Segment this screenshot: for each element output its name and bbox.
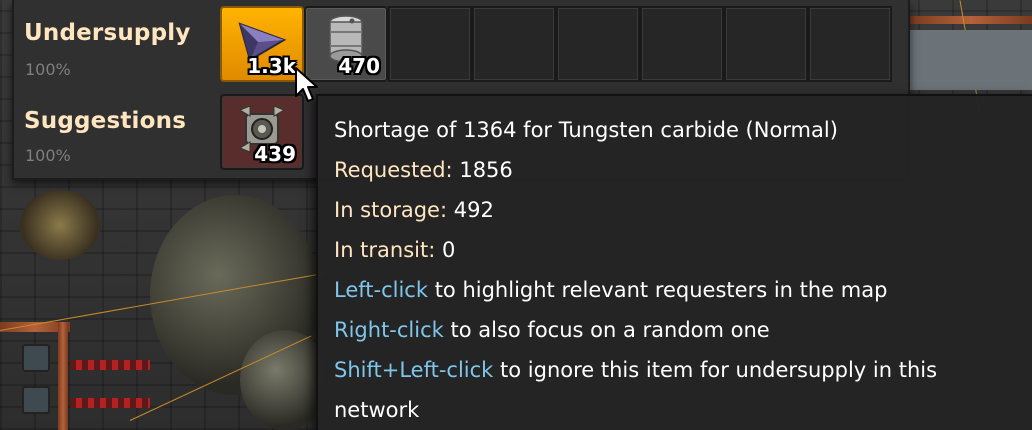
assembler-machine: [20, 190, 100, 260]
inserter-slot: [22, 386, 50, 414]
right-click-text: to also focus on a random one: [450, 318, 770, 342]
item-slot-empty[interactable]: [388, 6, 472, 82]
suggestions-slot-bar: 439: [220, 94, 304, 170]
transit-label: In transit:: [334, 238, 436, 262]
tooltip-title: Shortage of 1364 for Tungsten carbide (N…: [334, 118, 838, 142]
tooltip-requested: Requested: 1856: [334, 150, 1032, 190]
left-click-text: to highlight relevant requesters in the …: [434, 278, 888, 302]
mouse-cursor-icon: [295, 67, 318, 102]
transport-belt: [70, 360, 150, 370]
tooltip-action-shift-click: Shift+Left-click to ignore this item for…: [334, 350, 1024, 430]
item-slot-empty[interactable]: [640, 6, 724, 82]
undersupply-row: Undersupply 100% 1.3k 470: [14, 0, 908, 86]
storage-value: 492: [453, 198, 494, 222]
item-count: 439: [254, 142, 296, 166]
item-count: 470: [338, 54, 380, 78]
right-click-key: Right-click: [334, 318, 444, 342]
suggestions-label: Suggestions: [24, 108, 187, 134]
item-slot-empty[interactable]: [724, 6, 808, 82]
suggestions-percent: 100%: [25, 146, 71, 165]
requested-value: 1856: [459, 158, 513, 182]
requested-label: Requested:: [334, 158, 453, 182]
item-slot-tungsten-carbide[interactable]: 1.3k: [220, 6, 304, 82]
transport-belt: [70, 398, 150, 408]
item-slot-empty[interactable]: [556, 6, 640, 82]
left-click-key: Left-click: [334, 278, 429, 302]
tooltip-action-right-click: Right-click to also focus on a random on…: [334, 310, 1032, 350]
undersupply-slot-bar: 1.3k 470: [220, 6, 892, 82]
inserter-slot: [22, 344, 50, 372]
item-tooltip: Shortage of 1364 for Tungsten carbide (N…: [316, 94, 1032, 430]
transit-value: 0: [442, 238, 456, 262]
item-slot-empty[interactable]: [472, 6, 556, 82]
tooltip-transit: In transit: 0: [334, 230, 1032, 270]
undersupply-percent: 100%: [25, 60, 71, 79]
item-count: 1.3k: [247, 54, 296, 78]
storage-label: In storage:: [334, 198, 448, 222]
pipe: [910, 16, 1032, 24]
item-slot-empty[interactable]: [808, 6, 892, 82]
concrete-floor: [910, 30, 1032, 90]
undersupply-label: Undersupply: [24, 20, 191, 46]
pipe: [58, 322, 68, 430]
tooltip-action-left-click: Left-click to highlight relevant request…: [334, 270, 1032, 310]
tooltip-storage: In storage: 492: [334, 190, 1032, 230]
item-slot-mining-drill[interactable]: 439: [220, 94, 304, 170]
shift-left-click-key: Shift+Left-click: [334, 358, 494, 382]
